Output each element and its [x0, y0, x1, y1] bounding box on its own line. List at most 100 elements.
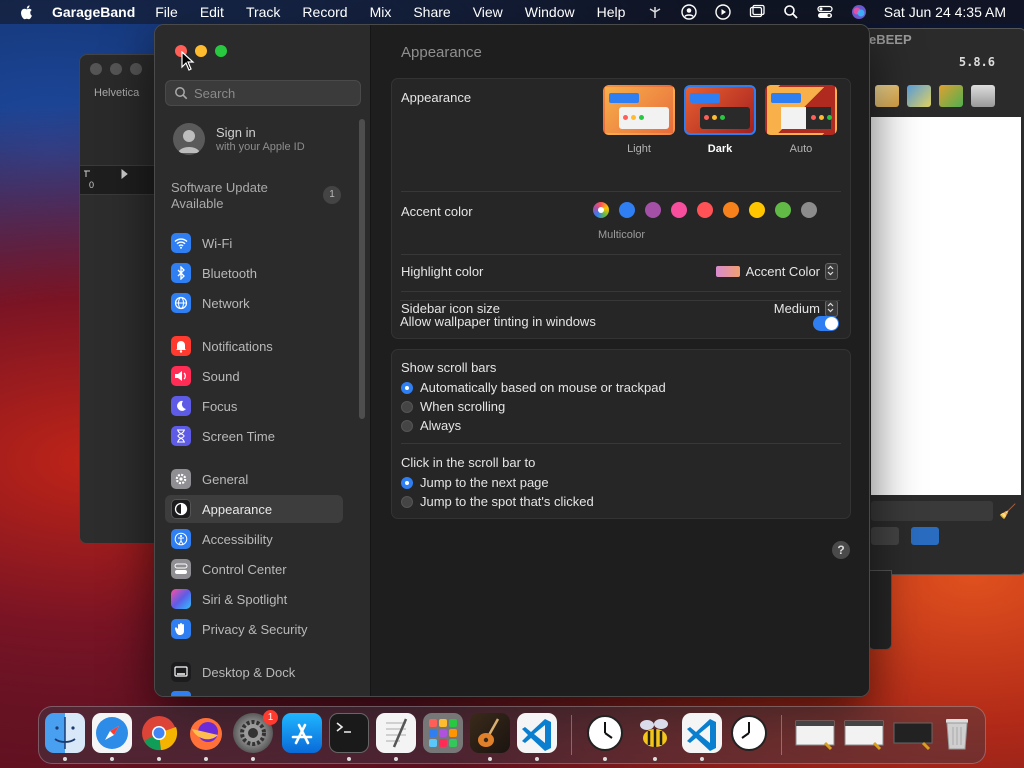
theme-dark[interactable]: Dark [684, 85, 756, 155]
theme-light[interactable]: Light [603, 85, 675, 155]
antenna-icon[interactable] [646, 3, 664, 21]
help-button[interactable]: ? [832, 541, 850, 559]
dock-window-thumbnail[interactable] [795, 713, 835, 753]
chevron-updown-icon [825, 263, 838, 280]
sidebar-item-network[interactable]: Network [165, 289, 345, 317]
dock-terminal-icon[interactable] [329, 713, 369, 753]
tool-chip[interactable] [871, 527, 899, 545]
accent-purple[interactable] [645, 202, 661, 218]
radio-button[interactable] [401, 495, 413, 508]
dock-chrome-icon[interactable] [139, 713, 179, 753]
accent-yellow[interactable] [749, 202, 765, 218]
dock-clock-icon[interactable] [585, 713, 625, 753]
menu-help[interactable]: Help [597, 4, 626, 20]
moon-icon [171, 396, 191, 416]
user-icon[interactable] [680, 3, 698, 21]
radio-button[interactable] [401, 400, 413, 413]
menu-edit[interactable]: Edit [200, 4, 224, 20]
sidebar-item-wifi[interactable]: Wi-Fi [165, 229, 345, 257]
sidebar-item-control-center[interactable]: Control Center [165, 555, 345, 583]
menu-file[interactable]: File [155, 4, 178, 20]
highlight-color-popup[interactable]: Accent Color [715, 263, 838, 280]
play-circle-icon[interactable] [714, 3, 732, 21]
accent-red[interactable] [697, 202, 713, 218]
accent-pink[interactable] [671, 202, 687, 218]
dock-trash-icon[interactable] [937, 713, 977, 753]
tools-icon[interactable] [907, 85, 931, 107]
accent-orange[interactable] [723, 202, 739, 218]
dock-safari-icon[interactable] [92, 713, 132, 753]
sidebar-item-general[interactable]: General [165, 465, 345, 493]
window-icon[interactable] [748, 3, 766, 21]
wallpaper-tinting-toggle[interactable] [813, 316, 839, 331]
menu-view[interactable]: View [473, 4, 503, 20]
sidebar-item-desktop-dock[interactable]: Desktop & Dock [165, 658, 345, 686]
sidebar-item-privacy-security[interactable]: Privacy & Security [165, 615, 345, 643]
dock-app-store-icon[interactable] [282, 713, 322, 753]
dock-clock-icon[interactable] [729, 713, 769, 753]
accent-green[interactable] [775, 202, 791, 218]
click-option-spot-clicked[interactable]: Jump to the spot that's clicked [401, 494, 594, 509]
background-beep-window[interactable]: eBEEP 5.8.6 🧹 [860, 28, 1024, 575]
radio-button[interactable] [401, 419, 413, 432]
dock-finder-icon[interactable] [45, 713, 85, 753]
menu-window[interactable]: Window [525, 4, 575, 20]
zoom-button[interactable] [215, 45, 227, 57]
radio-button[interactable] [401, 476, 413, 489]
menu-record[interactable]: Record [302, 4, 347, 20]
accent-blue[interactable] [619, 202, 635, 218]
theme-auto[interactable]: Auto [765, 85, 837, 155]
menu-clock[interactable]: Sat Jun 24 4:35 AM [884, 4, 1006, 20]
radio-button[interactable] [401, 381, 413, 394]
app-name-menu[interactable]: GarageBand [52, 4, 135, 20]
control-center-icon[interactable] [816, 3, 834, 21]
pencil-icon[interactable] [875, 85, 899, 107]
sidebar-item-accessibility[interactable]: Accessibility [165, 525, 345, 553]
dock-window-thumbnail[interactable] [893, 713, 933, 753]
accent-graphite[interactable] [801, 202, 817, 218]
dock-firefox-icon[interactable] [186, 713, 226, 753]
sidebar-item-screen-time[interactable]: Screen Time [165, 422, 345, 450]
theme-dark-label: Dark [707, 143, 733, 155]
scrollbar-option-automatic[interactable]: Automatically based on mouse or trackpad [401, 380, 666, 395]
dock-window-thumbnail[interactable] [844, 713, 884, 753]
sidebar-scrollbar[interactable] [359, 119, 365, 419]
search-input[interactable]: Search [165, 80, 361, 106]
click-option-next-page[interactable]: Jump to the next page [401, 475, 549, 490]
dock-garageband-icon[interactable] [470, 713, 510, 753]
search-icon[interactable] [782, 3, 800, 21]
tool-chip[interactable] [911, 527, 939, 545]
menu-share[interactable]: Share [413, 4, 450, 20]
software-update-item[interactable]: Software Update Available 1 [171, 180, 341, 212]
dock-textedit-icon[interactable] [376, 713, 416, 753]
broom-icon[interactable]: 🧹 [999, 503, 1016, 520]
text-field[interactable] [871, 501, 993, 521]
scrollbar-option-always[interactable]: Always [401, 418, 461, 433]
apple-logo-icon[interactable] [18, 3, 36, 21]
export-icon[interactable] [939, 85, 963, 107]
menu-track[interactable]: Track [246, 4, 280, 20]
sidebar-item-notifications[interactable]: Notifications [165, 332, 345, 360]
font-name-label[interactable]: Helvetica [94, 87, 139, 99]
icon-size-value: Medium [773, 301, 820, 316]
sidebar-item-siri-spotlight[interactable]: Siri & Spotlight [165, 585, 345, 613]
accent-multicolor[interactable] [593, 202, 609, 218]
sidebar-item-next[interactable] [165, 690, 345, 696]
scrollbar-option-when-scrolling[interactable]: When scrolling [401, 399, 505, 414]
sidebar-item-bluetooth[interactable]: Bluetooth [165, 259, 345, 287]
minimize-button[interactable] [195, 45, 207, 57]
sidebar-item-sound[interactable]: Sound [165, 362, 345, 390]
dock-vscode-icon[interactable] [517, 713, 557, 753]
dock-launchpad-icon[interactable] [423, 713, 463, 753]
dock-bee-icon[interactable] [635, 713, 675, 753]
canvas-area[interactable] [871, 117, 1021, 495]
inactive-window-buttons [90, 63, 142, 75]
sidebar-item-appearance[interactable]: Appearance [165, 495, 343, 523]
siri-icon[interactable] [850, 3, 868, 21]
apple-id-signin[interactable]: Sign in with your Apple ID [173, 123, 305, 155]
trash-icon[interactable] [971, 85, 995, 107]
menu-mix[interactable]: Mix [370, 4, 392, 20]
icon-size-popup[interactable]: Medium [774, 300, 838, 317]
dock-vscode-icon[interactable] [682, 713, 722, 753]
sidebar-item-focus[interactable]: Focus [165, 392, 345, 420]
